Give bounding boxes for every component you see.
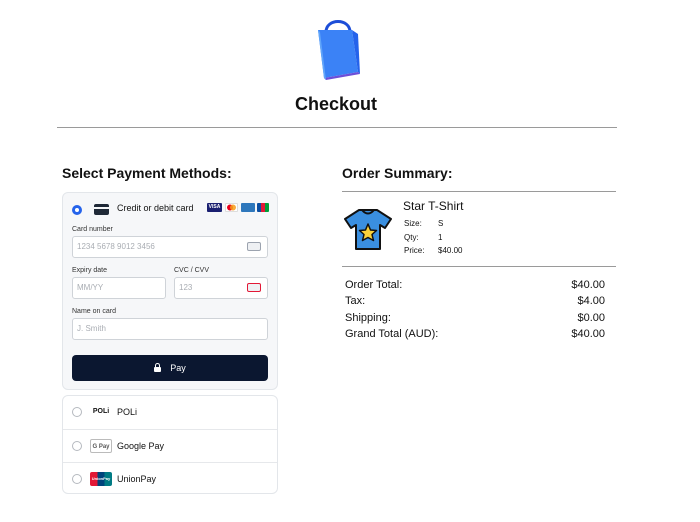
item-size-value: S bbox=[438, 219, 444, 228]
summary-top-divider bbox=[342, 191, 616, 192]
name-on-card-label: Name on card bbox=[72, 308, 116, 315]
shipping-label: Shipping: bbox=[345, 312, 391, 324]
pay-button[interactable]: Pay bbox=[72, 355, 268, 381]
page-title: Checkout bbox=[294, 94, 377, 114]
name-on-card-input[interactable]: J. Smith bbox=[72, 318, 268, 340]
item-price-value: $40.00 bbox=[438, 246, 463, 255]
unionpay-logo: UnionPay bbox=[90, 472, 112, 486]
card-number-label: Card number bbox=[72, 226, 113, 233]
grand-total-value: $40.00 bbox=[571, 328, 605, 340]
unionpay-radio[interactable] bbox=[72, 474, 82, 484]
card-number-input[interactable]: 1234 5678 9012 3456 bbox=[72, 236, 268, 258]
payment-option-google-pay[interactable]: G Pay Google Pay bbox=[63, 429, 277, 462]
shopping-bag-icon bbox=[318, 20, 360, 80]
lock-icon bbox=[154, 363, 162, 372]
grand-total-label: Grand Total (AUD): bbox=[345, 328, 439, 340]
header-divider bbox=[57, 127, 617, 128]
unionpay-label: UnionPay bbox=[117, 474, 157, 484]
visa-logo: VISA bbox=[207, 203, 222, 212]
google-pay-radio[interactable] bbox=[72, 441, 82, 451]
jcb-logo bbox=[257, 203, 269, 212]
poli-logo: POLi bbox=[92, 408, 110, 415]
expiry-label: Expiry date bbox=[72, 267, 108, 274]
mastercard-logo bbox=[225, 203, 238, 212]
expiry-input[interactable]: MM/YY bbox=[72, 277, 166, 299]
tax-value: $4.00 bbox=[577, 295, 605, 307]
order-summary-title: Order Summary: bbox=[342, 165, 453, 181]
other-payment-methods: POLi POLi G Pay Google Pay UnionPay Unio… bbox=[62, 395, 278, 494]
item-qty-value: 1 bbox=[438, 233, 443, 242]
credit-card-icon bbox=[94, 204, 109, 215]
shipping-value: $0.00 bbox=[577, 312, 605, 324]
payment-option-unionpay[interactable]: UnionPay UnionPay bbox=[63, 462, 277, 495]
tax-label: Tax: bbox=[345, 295, 366, 307]
google-pay-label: Google Pay bbox=[117, 441, 165, 451]
poli-radio[interactable] bbox=[72, 407, 82, 417]
pay-button-label: Pay bbox=[170, 363, 186, 373]
card-payment-panel: Credit or debit card VISA Card number 12… bbox=[62, 192, 278, 390]
payment-section-title: Select Payment Methods: bbox=[62, 165, 232, 181]
card-method-radio[interactable] bbox=[72, 205, 82, 215]
cvc-card-icon bbox=[247, 283, 261, 292]
cvc-label: CVC / CVV bbox=[174, 267, 210, 274]
google-pay-logo: G Pay bbox=[90, 439, 112, 453]
order-total-value: $40.00 bbox=[571, 279, 605, 291]
order-total-label: Order Total: bbox=[345, 279, 403, 291]
tshirt-star-icon bbox=[344, 209, 392, 250]
summary-item-divider bbox=[342, 266, 616, 267]
card-placeholder-icon bbox=[247, 242, 261, 251]
item-size-label: Size: bbox=[404, 219, 422, 228]
poli-label: POLi bbox=[117, 407, 138, 417]
amex-logo bbox=[241, 203, 255, 212]
item-price-label: Price: bbox=[404, 246, 425, 255]
item-name: Star T-Shirt bbox=[403, 199, 464, 213]
item-qty-label: Qty: bbox=[404, 233, 419, 242]
payment-option-poli[interactable]: POLi POLi bbox=[63, 396, 277, 429]
card-method-label: Credit or debit card bbox=[117, 203, 194, 213]
